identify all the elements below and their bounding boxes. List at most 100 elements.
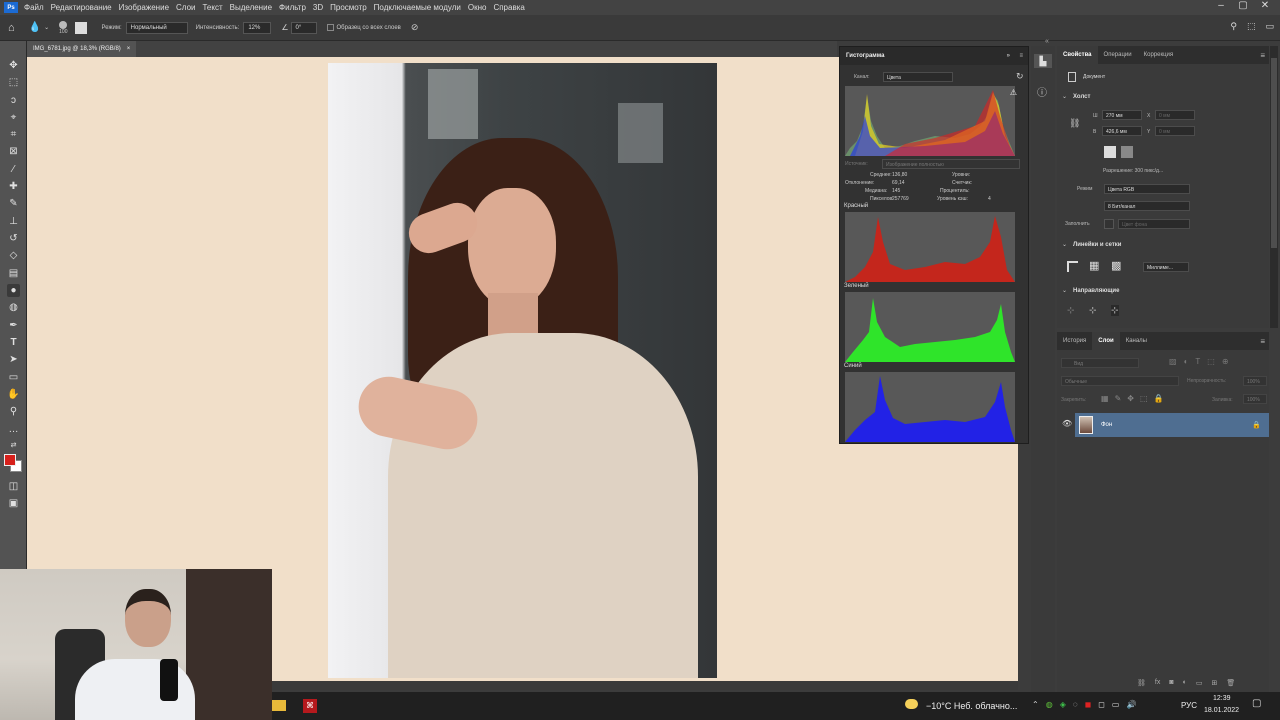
menu-layers[interactable]: Слои bbox=[176, 3, 195, 12]
warning-icon[interactable]: ⚠ bbox=[1010, 88, 1017, 97]
panel-menu-icon[interactable]: ≡ bbox=[1019, 53, 1023, 59]
dodge-tool-icon[interactable]: ◍ bbox=[7, 301, 20, 314]
chevron-down-icon[interactable]: ⌄ bbox=[44, 24, 49, 31]
units-select[interactable]: Миллиме... bbox=[1143, 262, 1189, 272]
menu-select[interactable]: Выделение bbox=[230, 3, 272, 12]
channel-select[interactable]: Цвета bbox=[883, 72, 953, 82]
smart-object-filter-icon[interactable]: ⊕ bbox=[1222, 357, 1229, 366]
guide-layout-icon[interactable]: ⊹ bbox=[1111, 305, 1119, 316]
layer-style-icon[interactable]: fx bbox=[1155, 679, 1160, 687]
notifications-icon[interactable]: ▢ bbox=[1252, 698, 1261, 709]
maximize-icon[interactable]: ▢ bbox=[1232, 0, 1254, 11]
crop-tool-icon[interactable]: ⌗ bbox=[7, 128, 20, 141]
home-icon[interactable]: ⌂ bbox=[8, 22, 15, 34]
eraser-tool-icon[interactable]: ◇ bbox=[7, 249, 20, 262]
lock-pixels-icon[interactable]: ✎ bbox=[1115, 394, 1122, 403]
color-mode-select[interactable]: Цвета RGB bbox=[1104, 184, 1190, 194]
tray-app-icon[interactable]: ◈ bbox=[1060, 700, 1066, 709]
layer-name[interactable]: Фон bbox=[1101, 422, 1112, 428]
menu-image[interactable]: Изображение bbox=[119, 3, 169, 12]
swap-colors-icon[interactable]: ⇄ bbox=[7, 439, 20, 452]
sample-all-checkbox[interactable] bbox=[326, 24, 334, 31]
volume-icon[interactable]: 🔊 bbox=[1126, 700, 1136, 709]
weather-text[interactable]: −10°C Неб. облачно... bbox=[926, 701, 1017, 711]
close-tab-icon[interactable]: × bbox=[127, 46, 131, 52]
brush-tool-icon[interactable]: ✎ bbox=[7, 197, 20, 210]
tray-app-icon[interactable]: ◍ bbox=[1046, 700, 1053, 709]
zoom-tool-icon[interactable]: ⚲ bbox=[7, 405, 20, 418]
guide-vertical-icon[interactable]: ⊹ bbox=[1089, 305, 1097, 316]
type-tool-icon[interactable]: T bbox=[7, 336, 20, 349]
pixel-grid-icon[interactable]: ▩ bbox=[1111, 259, 1121, 272]
screen-mode-icon[interactable]: ▣ bbox=[7, 497, 20, 510]
path-select-tool-icon[interactable]: ➤ bbox=[7, 353, 20, 366]
workspace-icon[interactable]: ▭ bbox=[1265, 21, 1274, 32]
pressure-icon[interactable]: ⊘ bbox=[411, 22, 419, 33]
quick-mask-icon[interactable]: ◫ bbox=[7, 480, 20, 493]
shape-filter-icon[interactable]: ⬚ bbox=[1207, 357, 1215, 366]
layer-row[interactable]: Фон 🔒 bbox=[1075, 413, 1269, 437]
info-panel-icon[interactable]: ⓘ bbox=[1037, 84, 1047, 99]
clone-stamp-tool-icon[interactable]: ⊥ bbox=[7, 215, 20, 228]
portrait-orientation-icon[interactable] bbox=[1104, 146, 1116, 158]
lasso-tool-icon[interactable]: ↄ bbox=[7, 94, 20, 107]
rulers-grids-section-title[interactable]: Линейки и сетки bbox=[1073, 242, 1122, 248]
gradient-tool-icon[interactable]: ▤ bbox=[7, 267, 20, 280]
acrobat-icon[interactable]: ⌘ bbox=[303, 699, 317, 713]
menu-plugins[interactable]: Подключаемые модули bbox=[374, 3, 461, 12]
fill-swatch[interactable] bbox=[1104, 219, 1114, 229]
tray-app-icon[interactable]: ◌ bbox=[1073, 700, 1078, 709]
angle-field[interactable]: 0° bbox=[290, 21, 317, 34]
tab-history[interactable]: История bbox=[1057, 332, 1092, 350]
chevron-down-icon[interactable]: ⌄ bbox=[1062, 93, 1067, 100]
lock-position-icon[interactable]: ✥ bbox=[1127, 394, 1134, 403]
blend-mode-select[interactable]: Обычные bbox=[1061, 376, 1179, 386]
grid-icon[interactable]: ▦ bbox=[1089, 259, 1099, 272]
weather-icon[interactable] bbox=[905, 699, 918, 709]
lock-transparent-icon[interactable]: ▦ bbox=[1101, 394, 1109, 403]
opacity-field[interactable]: 100% bbox=[1243, 376, 1267, 386]
network-icon[interactable]: ▭ bbox=[1112, 700, 1120, 709]
menu-window[interactable]: Окно bbox=[468, 3, 487, 12]
history-brush-tool-icon[interactable]: ↺ bbox=[7, 232, 20, 245]
source-select[interactable]: Изображение полностью bbox=[882, 159, 1020, 169]
histogram-panel-icon[interactable]: ▙ bbox=[1034, 54, 1052, 68]
document-tab[interactable]: IMG_6781.jpg @ 18,3% (RGB/8) × bbox=[27, 41, 137, 57]
new-group-icon[interactable]: ▭ bbox=[1196, 679, 1203, 687]
delete-layer-icon[interactable]: 🗑 bbox=[1226, 679, 1235, 687]
tray-app-icon[interactable]: ◻ bbox=[1098, 700, 1105, 709]
eye-icon[interactable]: 👁 bbox=[1062, 419, 1072, 428]
collapse-icon[interactable]: » bbox=[1007, 53, 1010, 59]
pen-tool-icon[interactable]: ✒ bbox=[7, 319, 20, 332]
brush-settings-icon[interactable] bbox=[75, 21, 88, 34]
blur-tool-icon[interactable]: ● bbox=[7, 284, 20, 297]
new-layer-icon[interactable]: ⊞ bbox=[1211, 679, 1217, 687]
pixel-filter-icon[interactable]: ▨ bbox=[1169, 357, 1177, 366]
adjustment-filter-icon[interactable]: ◐ bbox=[1184, 357, 1189, 366]
y-field[interactable]: 0 мм bbox=[1155, 126, 1195, 136]
move-tool-icon[interactable]: ✥ bbox=[7, 59, 20, 72]
chevron-down-icon[interactable]: ⌄ bbox=[1062, 287, 1067, 294]
guide-horizontal-icon[interactable]: ⊹ bbox=[1067, 305, 1075, 316]
scroll-thumb[interactable] bbox=[1271, 58, 1277, 248]
tab-layers[interactable]: Слои bbox=[1092, 332, 1120, 350]
guides-section-title[interactable]: Направляющие bbox=[1073, 288, 1119, 294]
hand-tool-icon[interactable]: ✋ bbox=[7, 388, 20, 401]
menu-view[interactable]: Просмотр bbox=[330, 3, 367, 12]
share-icon[interactable]: ⬚ bbox=[1247, 21, 1256, 32]
fill-field[interactable]: 100% bbox=[1243, 394, 1267, 404]
mode-select[interactable]: Нормальный bbox=[125, 21, 188, 34]
properties-scrollbar[interactable] bbox=[1270, 46, 1278, 328]
file-explorer-icon[interactable] bbox=[272, 700, 286, 711]
canvas-section-title[interactable]: Холст bbox=[1073, 94, 1090, 100]
height-field[interactable]: 426,6 мм bbox=[1102, 126, 1142, 136]
tray-expand-icon[interactable]: ⌃ bbox=[1032, 700, 1039, 709]
ruler-icon[interactable] bbox=[1067, 261, 1078, 272]
menu-help[interactable]: Справка bbox=[493, 3, 524, 12]
tab-channels[interactable]: Каналы bbox=[1120, 332, 1153, 350]
width-field[interactable]: 270 мм bbox=[1102, 110, 1142, 120]
more-tools-icon[interactable]: … bbox=[7, 423, 20, 436]
menu-filter[interactable]: Фильтр bbox=[279, 3, 306, 12]
panel-menu-icon[interactable]: ≡ bbox=[1260, 337, 1265, 346]
layer-filter-select[interactable]: Вид bbox=[1061, 358, 1139, 368]
